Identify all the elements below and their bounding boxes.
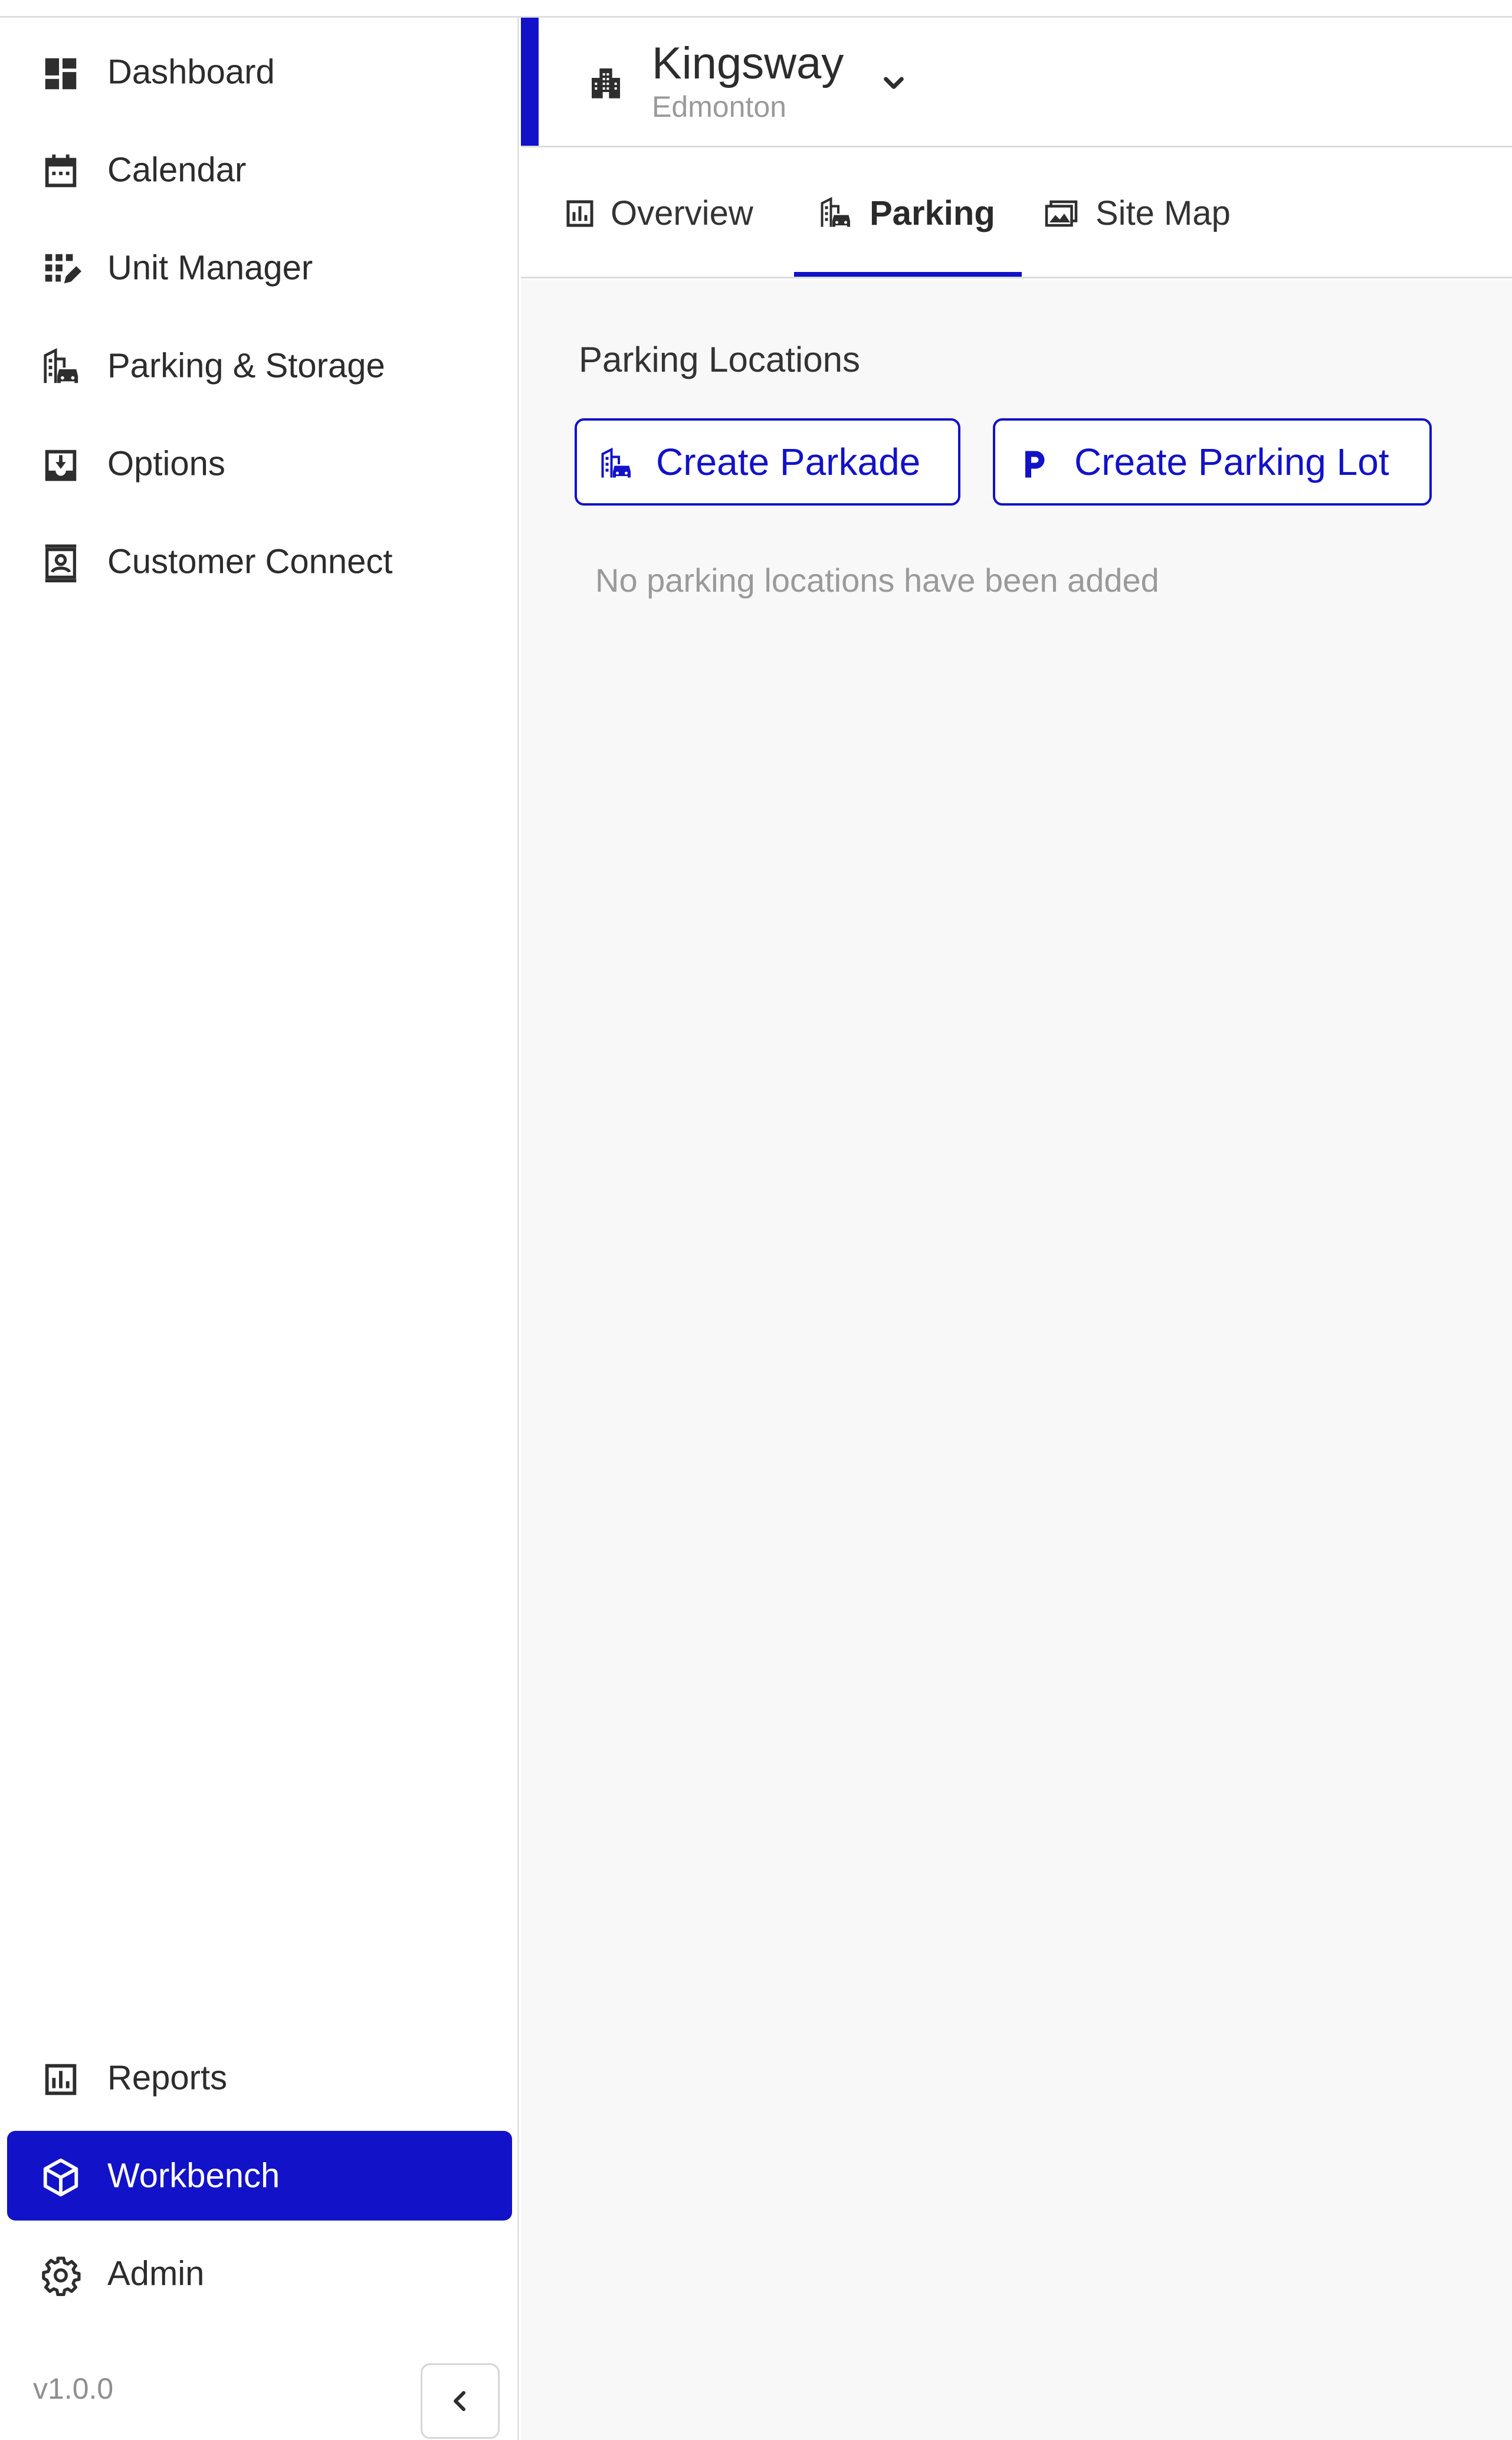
- tab-label: Overview: [611, 194, 753, 232]
- parking-p-icon: [1016, 447, 1052, 482]
- sidebar-item-options[interactable]: Options: [7, 419, 512, 509]
- sidebar-item-label: Parking & Storage: [107, 346, 385, 385]
- site-title: Kingsway: [652, 38, 844, 88]
- create-parking-lot-button[interactable]: Create Parking Lot: [993, 418, 1432, 506]
- section-title: Parking Locations: [579, 340, 860, 379]
- sidebar-item-admin[interactable]: Admin: [7, 2229, 512, 2318]
- button-label: Create Parking Lot: [1074, 441, 1389, 483]
- tab-bar: Overview Parking Site Map: [521, 147, 1512, 278]
- sidebar-item-label: Workbench: [107, 2156, 280, 2195]
- create-parkade-button[interactable]: Create Parkade: [575, 418, 960, 506]
- tab-overview[interactable]: Overview: [556, 147, 769, 277]
- header-accent-bar: [521, 18, 539, 146]
- active-tab-indicator: [794, 272, 1022, 277]
- chart-icon: [562, 196, 598, 231]
- sidebar-item-label: Options: [107, 444, 225, 483]
- parking-storage-icon: [40, 347, 81, 388]
- site-header: Kingsway Edmonton: [521, 18, 1512, 147]
- chevron-down-icon[interactable]: [875, 65, 913, 103]
- sidebar-item-label: Calendar: [107, 150, 247, 189]
- sidebar-item-unit-manager[interactable]: Unit Manager: [7, 223, 512, 313]
- sidebar: Dashboard Calendar Unit Manager Parking …: [0, 18, 519, 2440]
- sidebar-item-dashboard[interactable]: Dashboard: [7, 27, 512, 117]
- sidebar-item-label: Reports: [107, 2058, 228, 2097]
- calendar-icon: [40, 151, 81, 192]
- version-label: v1.0.0: [33, 2372, 114, 2405]
- site-subtitle: Edmonton: [652, 90, 786, 123]
- unit-manager-icon: [40, 249, 81, 290]
- dashboard-icon: [40, 53, 81, 94]
- tab-site-map[interactable]: Site Map: [1044, 147, 1256, 277]
- tab-label: Site Map: [1096, 194, 1231, 232]
- main-content: Parking Locations Create Parkade Create …: [521, 280, 1512, 2440]
- sidebar-item-label: Unit Manager: [107, 248, 313, 287]
- sidebar-item-reports[interactable]: Reports: [7, 2033, 512, 2123]
- tab-label: Parking: [870, 194, 995, 232]
- sidebar-item-label: Admin: [107, 2254, 205, 2293]
- sidebar-item-calendar[interactable]: Calendar: [7, 125, 512, 215]
- sidebar-item-label: Customer Connect: [107, 542, 393, 581]
- sidebar-item-customer-connect[interactable]: Customer Connect: [7, 517, 512, 606]
- sidebar-item-parking-storage[interactable]: Parking & Storage: [7, 321, 512, 411]
- collapse-sidebar-button[interactable]: [421, 2363, 500, 2439]
- building-icon: [587, 64, 625, 101]
- button-label: Create Parkade: [656, 441, 921, 483]
- image-icon: [1044, 196, 1079, 231]
- tab-parking[interactable]: Parking: [794, 147, 1022, 277]
- gear-icon: [40, 2255, 81, 2296]
- chevron-left-icon: [446, 2387, 474, 2415]
- customer-connect-icon: [40, 543, 81, 584]
- sidebar-item-label: Dashboard: [107, 53, 275, 91]
- options-icon: [40, 445, 81, 486]
- workbench-icon: [40, 2157, 81, 2198]
- sidebar-item-workbench[interactable]: Workbench: [7, 2131, 512, 2221]
- top-border: [0, 0, 1512, 18]
- empty-state-message: No parking locations have been added: [595, 562, 1159, 599]
- parkade-icon: [598, 447, 634, 482]
- reports-icon: [40, 2059, 81, 2100]
- parking-icon: [818, 196, 853, 231]
